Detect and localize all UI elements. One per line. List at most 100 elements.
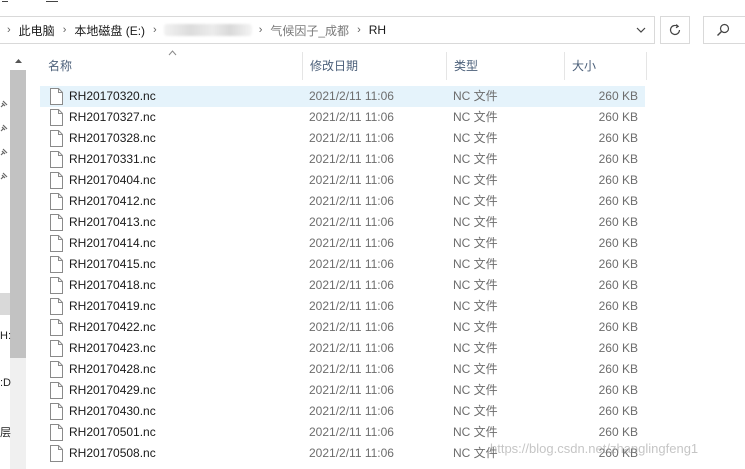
file-name[interactable]: RH20170328.nc — [69, 128, 156, 149]
file-name[interactable]: RH20170501.nc — [69, 422, 156, 443]
pin-icon[interactable] — [0, 148, 8, 156]
file-row[interactable]: RH20170414.nc 2021/2/11 11:06 NC 文件 260 KB — [40, 233, 645, 254]
file-type: NC 文件 — [453, 320, 498, 334]
file-row[interactable]: RH20170501.nc 2021/2/11 11:06 NC 文件 260 KB — [40, 422, 645, 443]
file-row[interactable]: RH20170415.nc 2021/2/11 11:06 NC 文件 260 KB — [40, 254, 645, 275]
column-header-type[interactable]: 类型 — [446, 52, 564, 80]
file-size: 260 KB — [598, 194, 638, 208]
file-row[interactable]: RH20170422.nc 2021/2/11 11:06 NC 文件 260 KB — [40, 317, 645, 338]
file-modified: 2021/2/11 11:06 — [309, 173, 394, 187]
pin-icon[interactable] — [0, 172, 8, 180]
chevron-right-icon[interactable]: › — [148, 24, 162, 36]
file-modified: 2021/2/11 11:06 — [309, 362, 394, 376]
column-header-size[interactable]: 大小 — [564, 52, 646, 80]
file-type: NC 文件 — [453, 383, 498, 397]
file-name[interactable]: RH20170429.nc — [69, 380, 156, 401]
nav-item-highlight[interactable] — [0, 293, 10, 315]
file-name[interactable]: RH20170423.nc — [69, 338, 156, 359]
file-icon — [50, 109, 63, 126]
file-name[interactable]: RH20170331.nc — [69, 149, 156, 170]
file-size: 260 KB — [598, 404, 638, 418]
file-size: 260 KB — [598, 131, 638, 145]
file-name[interactable]: RH20170419.nc — [69, 296, 156, 317]
file-icon — [50, 235, 63, 252]
address-box[interactable]: › 此电脑 › 本地磁盘 (E:) › › 气候因子_成都 › RH — [0, 16, 655, 44]
file-type: NC 文件 — [453, 215, 498, 229]
column-header-modified[interactable]: 修改日期 — [302, 52, 446, 80]
file-name[interactable]: RH20170327.nc — [69, 107, 156, 128]
file-modified: 2021/2/11 11:06 — [309, 215, 394, 229]
file-size: 260 KB — [598, 173, 638, 187]
file-modified: 2021/2/11 11:06 — [309, 131, 394, 145]
file-modified: 2021/2/11 11:06 — [309, 404, 394, 418]
breadcrumb-this-pc[interactable]: 此电脑 — [16, 22, 58, 39]
file-type: NC 文件 — [453, 236, 498, 250]
breadcrumb-rh[interactable]: RH — [366, 23, 389, 37]
file-row[interactable]: RH20170328.nc 2021/2/11 11:06 NC 文件 260 KB — [40, 128, 645, 149]
file-icon — [50, 424, 63, 441]
column-header-row: 名称 修改日期 类型 大小 — [40, 50, 650, 80]
file-icon — [50, 193, 63, 210]
nav-item-drive-h[interactable]: H: — [0, 330, 11, 342]
file-name[interactable]: RH20170404.nc — [69, 170, 156, 191]
file-name[interactable]: RH20170320.nc — [69, 86, 156, 107]
file-name[interactable]: RH20170413.nc — [69, 212, 156, 233]
watermark-text: https://blog.csdn.net/zhanglingfeng1 — [490, 441, 699, 456]
file-size: 260 KB — [598, 215, 638, 229]
file-row[interactable]: RH20170423.nc 2021/2/11 11:06 NC 文件 260 KB — [40, 338, 645, 359]
navigation-scroll-thumb[interactable] — [10, 70, 26, 358]
address-bar: › 此电脑 › 本地磁盘 (E:) › › 气候因子_成都 › RH — [0, 12, 745, 48]
file-row[interactable]: RH20170419.nc 2021/2/11 11:06 NC 文件 260 KB — [40, 296, 645, 317]
file-row[interactable]: RH20170320.nc 2021/2/11 11:06 NC 文件 260 KB — [40, 86, 645, 107]
chevron-right-icon[interactable]: › — [352, 24, 366, 36]
file-row[interactable]: RH20170331.nc 2021/2/11 11:06 NC 文件 260 KB — [40, 149, 645, 170]
nav-item-drive-d[interactable]: :D — [0, 377, 11, 389]
file-row[interactable]: RH20170428.nc 2021/2/11 11:06 NC 文件 260 KB — [40, 359, 645, 380]
search-box[interactable] — [703, 16, 745, 44]
file-row[interactable]: RH20170430.nc 2021/2/11 11:06 NC 文件 260 KB — [40, 401, 645, 422]
file-type: NC 文件 — [453, 110, 498, 124]
nav-item-folder[interactable]: 层 — [0, 424, 11, 440]
file-modified: 2021/2/11 11:06 — [309, 152, 394, 166]
chevron-right-icon[interactable]: › — [2, 24, 16, 36]
file-type: NC 文件 — [453, 173, 498, 187]
file-type: NC 文件 — [453, 362, 498, 376]
file-name[interactable]: RH20170415.nc — [69, 254, 156, 275]
file-name[interactable]: RH20170428.nc — [69, 359, 156, 380]
file-name[interactable]: RH20170412.nc — [69, 191, 156, 212]
file-row[interactable]: RH20170429.nc 2021/2/11 11:06 NC 文件 260 KB — [40, 380, 645, 401]
column-header-name[interactable]: 名称 — [40, 52, 302, 80]
file-size: 260 KB — [598, 278, 638, 292]
file-icon — [50, 172, 63, 189]
file-name[interactable]: RH20170422.nc — [69, 317, 156, 338]
breadcrumb-climate-factors[interactable]: 气候因子_成都 — [267, 22, 352, 39]
file-name[interactable]: RH20170508.nc — [69, 443, 156, 464]
file-icon — [50, 88, 63, 105]
file-icon — [50, 214, 63, 231]
file-size: 260 KB — [598, 89, 638, 103]
file-icon — [50, 361, 63, 378]
chevron-right-icon[interactable]: › — [254, 24, 268, 36]
column-divider[interactable] — [646, 52, 647, 80]
scroll-up-button[interactable] — [10, 56, 26, 68]
file-row[interactable]: RH20170418.nc 2021/2/11 11:06 NC 文件 260 KB — [40, 275, 645, 296]
refresh-button[interactable] — [660, 16, 690, 44]
pin-icon[interactable] — [0, 124, 8, 132]
chevron-down-icon — [636, 27, 646, 33]
file-row[interactable]: RH20170327.nc 2021/2/11 11:06 NC 文件 260 KB — [40, 107, 645, 128]
file-name[interactable]: RH20170430.nc — [69, 401, 156, 422]
file-type: NC 文件 — [453, 131, 498, 145]
file-modified: 2021/2/11 11:06 — [309, 425, 394, 439]
breadcrumb-local-disk-e[interactable]: 本地磁盘 (E:) — [71, 22, 148, 39]
file-name[interactable]: RH20170418.nc — [69, 275, 156, 296]
file-row[interactable]: RH20170413.nc 2021/2/11 11:06 NC 文件 260 KB — [40, 212, 645, 233]
file-icon — [50, 319, 63, 336]
pin-icon[interactable] — [0, 100, 8, 108]
address-dropdown-button[interactable] — [630, 21, 652, 41]
chevron-right-icon[interactable]: › — [58, 24, 72, 36]
file-name[interactable]: RH20170414.nc — [69, 233, 156, 254]
file-icon — [50, 382, 63, 399]
file-row[interactable]: RH20170412.nc 2021/2/11 11:06 NC 文件 260 KB — [40, 191, 645, 212]
file-size: 260 KB — [598, 341, 638, 355]
file-row[interactable]: RH20170404.nc 2021/2/11 11:06 NC 文件 260 KB — [40, 170, 645, 191]
